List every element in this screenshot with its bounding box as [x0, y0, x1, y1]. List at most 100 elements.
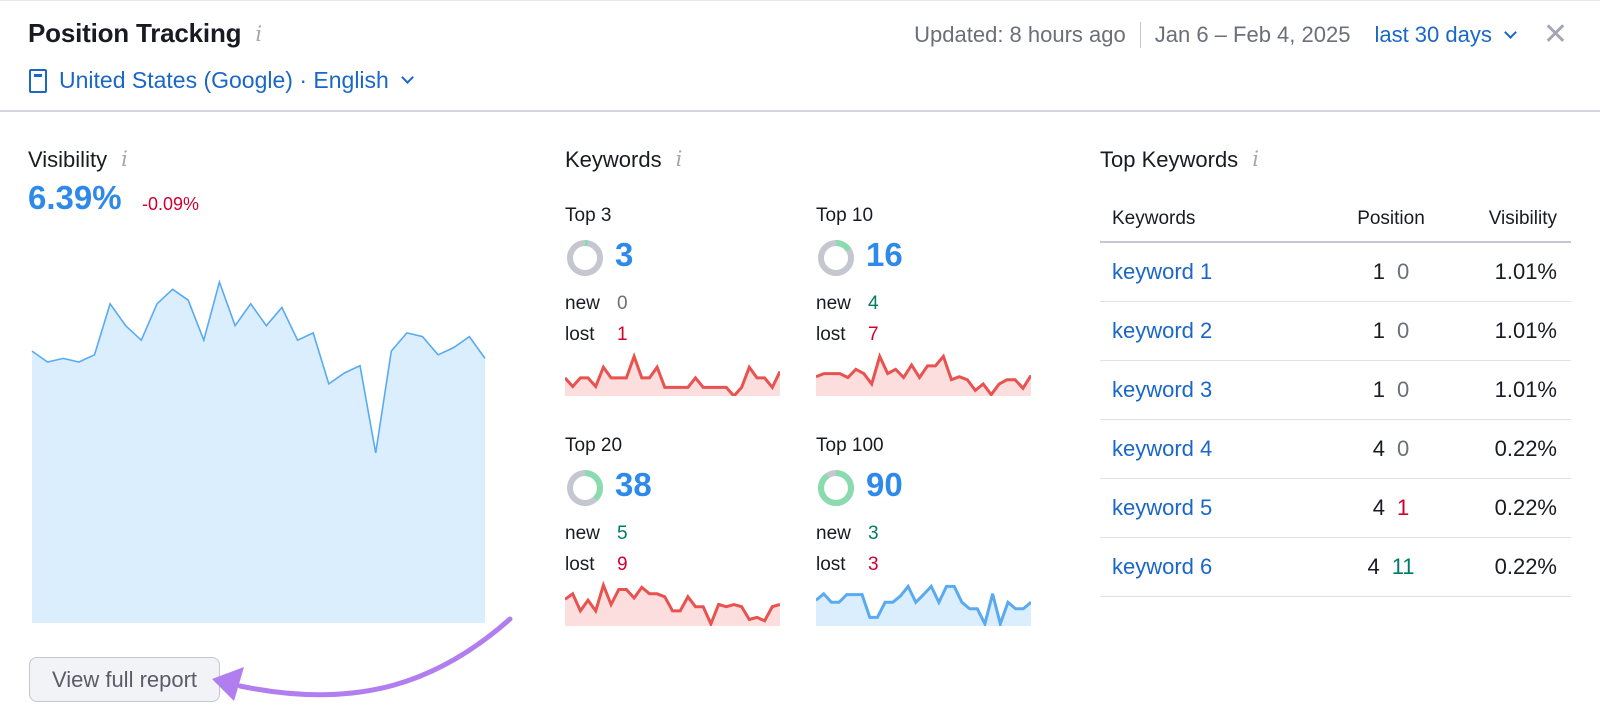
trend-sparkline [565, 351, 780, 396]
keyword-link[interactable]: keyword 6 [1100, 554, 1331, 580]
chevron-down-icon [1503, 25, 1517, 39]
new-value: 0 [617, 293, 628, 314]
location-label: United States (Google) · English [59, 67, 389, 93]
visibility-cell: 1.01% [1494, 377, 1557, 402]
new-value: 4 [868, 293, 879, 314]
period-selector[interactable]: last 30 days [1374, 22, 1517, 48]
sparkline-area [565, 356, 780, 396]
lost-value: 9 [617, 554, 628, 575]
visibility-delta: -0.09% [142, 194, 200, 214]
donut-chart [567, 240, 603, 276]
visibility-cell: 1.01% [1494, 318, 1557, 343]
new-label: new [816, 523, 851, 544]
column-header-position[interactable]: Position [1331, 208, 1451, 230]
visibility-series [31, 279, 486, 623]
keyword-count: 3 [615, 236, 634, 273]
table-body: keyword 1 10 1.01% keyword 2 10 1.01% ke… [1100, 243, 1571, 597]
lost-value: 7 [868, 324, 879, 345]
keyword-link[interactable]: keyword 5 [1100, 495, 1331, 521]
info-icon[interactable]: i [676, 147, 683, 171]
visibility-area [32, 282, 485, 623]
column-header-keywords[interactable]: Keywords [1100, 208, 1331, 230]
keyword-link[interactable]: keyword 4 [1100, 436, 1331, 462]
close-icon[interactable]: ✕ [1543, 20, 1568, 50]
visibility-chart [31, 279, 486, 623]
visibility-cell: 0.22% [1494, 495, 1557, 520]
keywords-title-text: Keywords [565, 147, 662, 172]
info-icon[interactable]: i [255, 22, 262, 46]
keywords-title: Keywords i [565, 147, 682, 173]
keyword-card-top20[interactable]: Top 20 38 new 5 lost 9 [565, 435, 790, 645]
keyword-card-label: Top 3 [565, 205, 612, 226]
position-cell: 40 [1331, 436, 1451, 462]
keyword-card-label: Top 100 [816, 435, 884, 456]
trend-sparkline [816, 352, 1031, 396]
keyword-count: 38 [615, 466, 652, 503]
period-label: last 30 days [1374, 22, 1492, 47]
position-cell: 41 [1331, 495, 1451, 521]
position-change: 0 [1397, 259, 1410, 284]
date-range: Jan 6 – Feb 4, 2025 [1154, 22, 1351, 47]
position-value: 1 [1372, 259, 1385, 284]
new-label: new [565, 523, 600, 544]
position-change: 0 [1397, 377, 1410, 402]
keyword-count: 90 [866, 466, 903, 503]
device-icon [29, 68, 47, 93]
keyword-card-top100[interactable]: Top 100 90 new 3 lost 3 [816, 435, 1041, 645]
widget-header: Position Tracking i United States (Google… [0, 1, 1600, 112]
widget-title: Position Tracking i [28, 18, 262, 49]
donut-track [567, 240, 603, 276]
location-selector[interactable]: United States (Google) · English [29, 67, 414, 94]
lost-label: lost [565, 324, 595, 345]
keyword-link[interactable]: keyword 3 [1100, 377, 1331, 403]
visibility-value: 6.39% [28, 179, 122, 216]
table-row: keyword 3 10 1.01% [1100, 361, 1571, 420]
position-cell: 10 [1331, 318, 1451, 344]
new-value: 5 [617, 523, 628, 544]
table-header: Keywords Position Visibility [1100, 197, 1571, 243]
position-change: 11 [1391, 554, 1415, 579]
donut-share-segment [818, 470, 854, 506]
lost-value: 1 [617, 324, 628, 345]
new-value: 3 [868, 523, 879, 544]
position-cell: 10 [1331, 259, 1451, 285]
header-meta: Updated: 8 hours ago Jan 6 – Feb 4, 2025… [914, 20, 1568, 50]
lost-value: 3 [868, 554, 879, 575]
info-icon[interactable]: i [121, 147, 128, 171]
table-row: keyword 4 40 0.22% [1100, 420, 1571, 479]
keyword-card-label: Top 20 [565, 435, 623, 456]
info-icon[interactable]: i [1252, 147, 1259, 171]
position-value: 1 [1372, 377, 1385, 402]
arrow-curve [237, 616, 513, 698]
position-cell: 10 [1331, 377, 1451, 403]
donut-chart [567, 470, 603, 506]
keyword-link[interactable]: keyword 2 [1100, 318, 1331, 344]
table-row: keyword 5 41 0.22% [1100, 479, 1571, 538]
annotation-arrow [212, 616, 513, 701]
position-value: 4 [1372, 436, 1385, 461]
keyword-link[interactable]: keyword 1 [1100, 259, 1331, 285]
position-value: 1 [1372, 318, 1385, 343]
table-row: keyword 1 10 1.01% [1100, 243, 1571, 302]
trend-sparkline [816, 583, 1031, 626]
column-header-visibility[interactable]: Visibility [1451, 208, 1571, 230]
position-tracking-widget: Position Tracking i United States (Google… [0, 0, 1600, 724]
keyword-card-top10[interactable]: Top 10 16 new 4 lost 7 [816, 205, 1041, 415]
widget-title-text: Position Tracking [28, 18, 242, 48]
keyword-card-top3[interactable]: Top 3 3 new 0 lost 1 [565, 205, 790, 415]
top-keywords-title: Top Keywords i [1100, 147, 1259, 173]
keyword-card-label: Top 10 [816, 205, 874, 226]
position-change: 0 [1397, 318, 1410, 343]
visibility-cell: 1.01% [1494, 259, 1557, 284]
lost-label: lost [816, 324, 846, 345]
visibility-cell: 0.22% [1494, 554, 1557, 579]
position-change: 0 [1397, 436, 1410, 461]
table-row: keyword 2 10 1.01% [1100, 302, 1571, 361]
chevron-down-icon [400, 71, 414, 84]
position-change: 1 [1397, 495, 1410, 520]
keyword-count: 16 [866, 236, 903, 273]
top-keywords-table: Keywords Position Visibility keyword 1 1… [1100, 197, 1571, 597]
visibility-title: Visibility i [28, 147, 128, 173]
divider [1139, 22, 1141, 48]
donut-chart [818, 470, 854, 506]
